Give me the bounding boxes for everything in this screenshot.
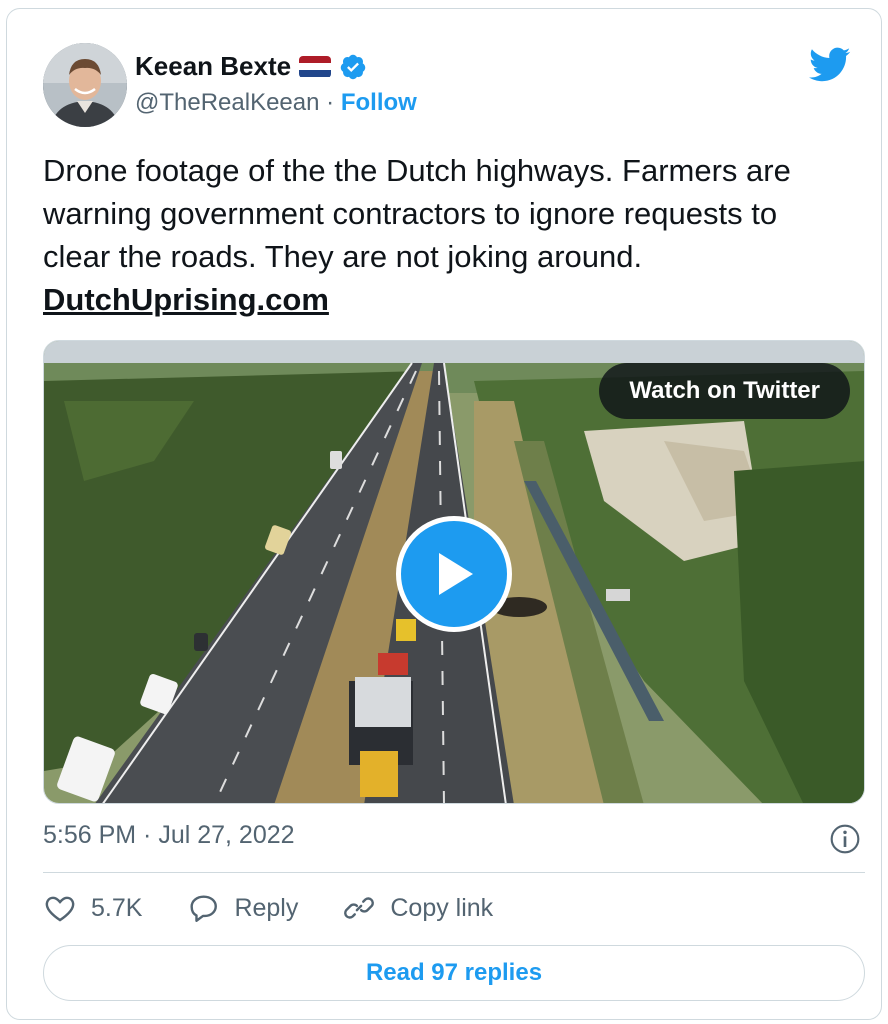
tweet-link[interactable]: DutchUprising.com: [43, 282, 329, 317]
tweet-text: Drone footage of the the Dutch highways.…: [43, 149, 843, 321]
netherlands-flag-icon: [299, 55, 332, 78]
tweet-actions: 5.7K Reply Copy link: [43, 891, 537, 925]
copy-link-label: Copy link: [390, 893, 494, 922]
avatar-image: [43, 43, 127, 127]
read-replies-button[interactable]: Read 97 replies: [43, 945, 865, 1001]
play-button[interactable]: [396, 516, 512, 632]
link-icon: [344, 897, 375, 919]
avatar[interactable]: [43, 43, 127, 127]
reply-button[interactable]: Reply: [186, 891, 298, 925]
like-button[interactable]: 5.7K: [43, 891, 142, 925]
verified-badge-icon: [340, 54, 366, 79]
author-name[interactable]: Keean Bexte: [135, 51, 291, 82]
tweet-body: Drone footage of the the Dutch highways.…: [43, 153, 791, 274]
divider: [43, 872, 865, 873]
like-count: 5.7K: [91, 893, 143, 922]
tweet-meta: 5:56 PM · Jul 27, 2022: [43, 821, 865, 854]
reply-label: Reply: [234, 893, 299, 922]
heart-icon: [45, 896, 75, 922]
tweet-card: Keean Bexte @TheRealKeean · Follow Drone…: [6, 8, 882, 1020]
twitter-bird-icon[interactable]: [809, 47, 851, 83]
author-handle-row: @TheRealKeean · Follow: [135, 89, 417, 117]
reply-icon: [190, 895, 218, 922]
watch-on-twitter-button[interactable]: Watch on Twitter: [599, 363, 850, 419]
separator-dot: ·: [326, 89, 335, 116]
follow-button[interactable]: Follow: [341, 89, 417, 116]
copy-link-button[interactable]: Copy link: [342, 891, 493, 925]
tweet-timestamp[interactable]: 5:56 PM · Jul 27, 2022: [43, 821, 295, 849]
info-icon[interactable]: [829, 823, 861, 855]
author-handle[interactable]: @TheRealKeean: [135, 89, 319, 116]
author-name-row: Keean Bexte: [135, 51, 367, 82]
video-thumbnail[interactable]: Watch on Twitter: [43, 340, 865, 804]
play-icon: [439, 553, 473, 595]
